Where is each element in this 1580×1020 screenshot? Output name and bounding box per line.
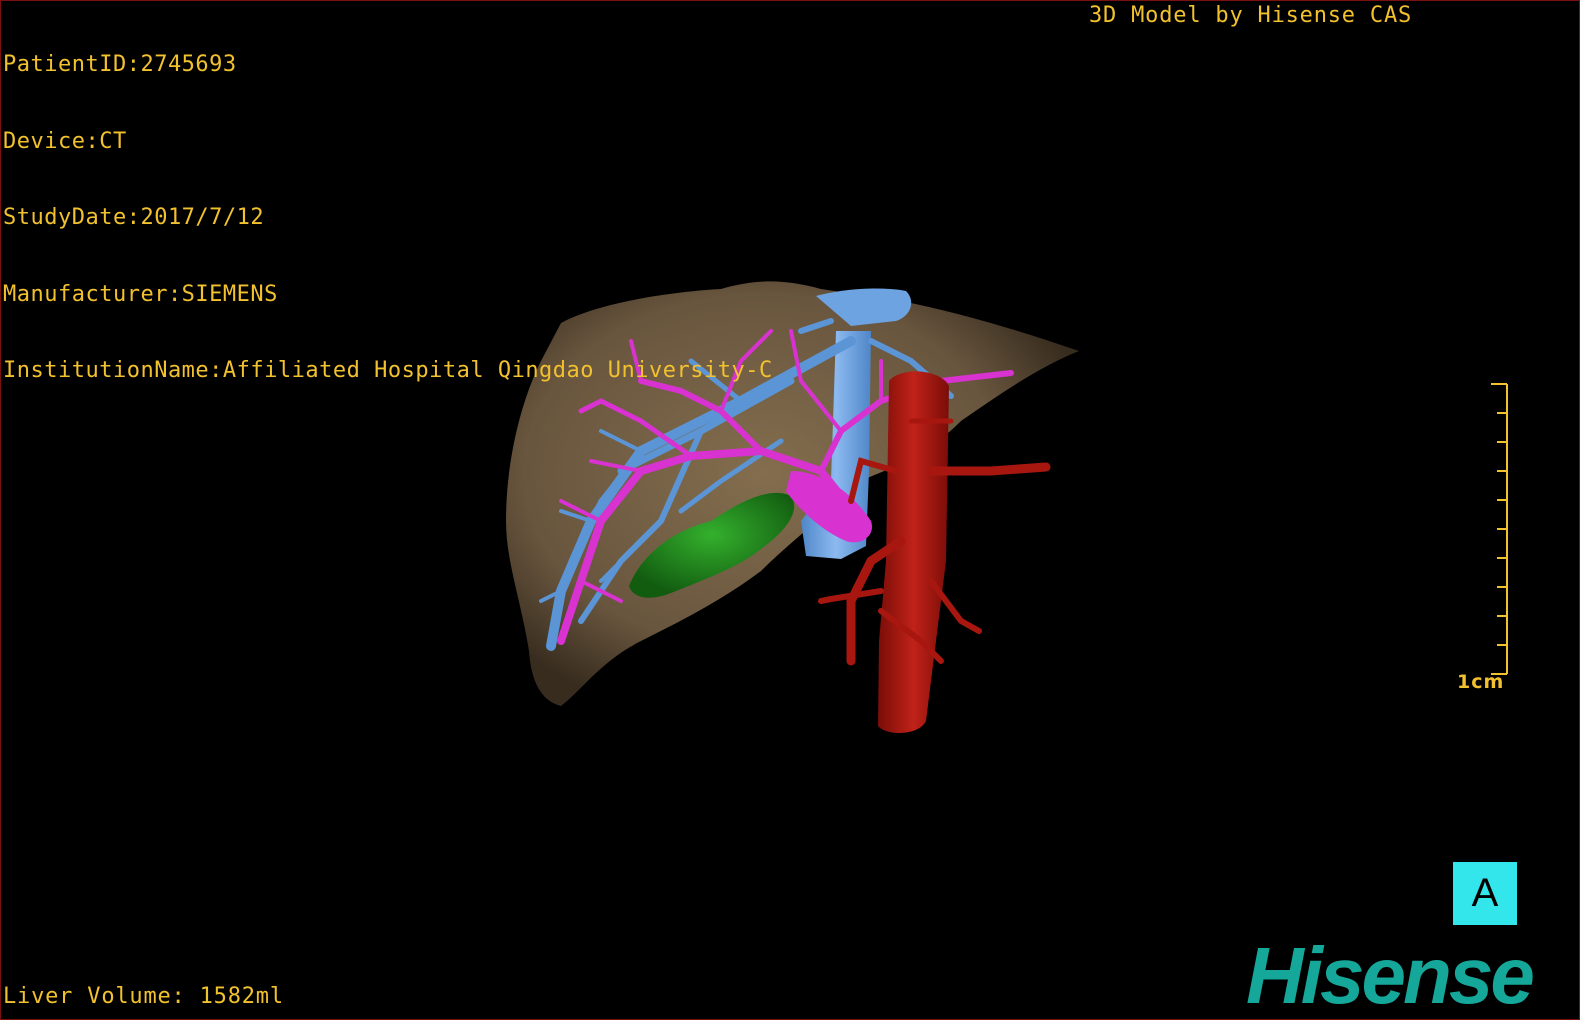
model-credit: 3D Model by Hisense CAS bbox=[1089, 3, 1413, 28]
liver-volume: Liver Volume: 1582ml bbox=[3, 984, 284, 1009]
institution-name: InstitutionName:Affiliated Hospital Qing… bbox=[3, 358, 773, 383]
scale-bar-label: 1cm bbox=[1457, 671, 1505, 693]
orientation-marker-button[interactable]: A bbox=[1453, 862, 1517, 925]
patient-id: PatientID:2745693 bbox=[3, 52, 237, 77]
device: Device:CT bbox=[3, 128, 127, 154]
study-date: StudyDate:2017/7/12 bbox=[3, 205, 265, 230]
manufacturer: Manufacturer:SIEMENS bbox=[3, 281, 278, 307]
hisense-logo: Hisense bbox=[1246, 931, 1535, 1020]
patient-info-overlay: PatientID:2745693 Device:CT StudyDate:20… bbox=[3, 1, 773, 435]
scale-bar bbox=[1491, 383, 1508, 675]
3d-viewport[interactable]: PatientID:2745693 Device:CT StudyDate:20… bbox=[0, 0, 1580, 1020]
